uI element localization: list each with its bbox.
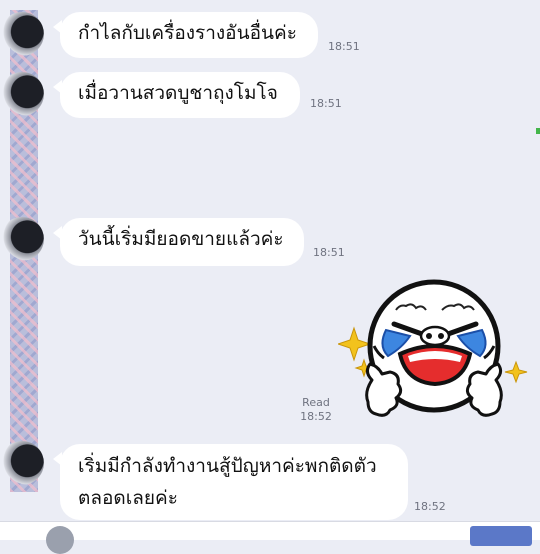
send-button[interactable] xyxy=(470,526,532,546)
message-time: 18:51 xyxy=(328,40,360,53)
sticker-crying-laughing[interactable] xyxy=(336,276,530,440)
sent-time: 18:52 xyxy=(300,410,332,423)
sender-avatar[interactable] xyxy=(0,72,44,116)
sender-avatar[interactable] xyxy=(0,217,44,261)
status-indicator xyxy=(536,128,540,134)
sender-avatar[interactable] xyxy=(0,12,44,56)
message-text: กำไลกับเครื่องรางอันอื่นค่ะ xyxy=(78,22,297,44)
message-time: 18:52 xyxy=(414,500,446,513)
attachment-icon[interactable] xyxy=(46,526,74,554)
message-text-line: เริ่มมีกำลังทำงานสู้ปัญหาค่ะพกติดตัว xyxy=(78,455,377,477)
message-time: 18:51 xyxy=(313,246,345,259)
sender-avatar[interactable] xyxy=(0,441,44,485)
message-bubble[interactable]: กำไลกับเครื่องรางอันอื่นค่ะ xyxy=(53,12,318,58)
message-text: วันนี้เริ่มมียอดขายแล้วค่ะ xyxy=(78,228,284,250)
read-label: Read xyxy=(302,396,330,409)
message-input-bar[interactable] xyxy=(0,521,540,554)
message-bubble[interactable]: เมื่อวานสวดบูชาถุงโมโจ xyxy=(53,72,300,118)
message-bubble[interactable]: เริ่มมีกำลังทำงานสู้ปัญหาค่ะพกติดตัว ตลอ… xyxy=(53,444,408,520)
message-text-line: ตลอดเลยค่ะ xyxy=(78,487,178,509)
message-text: เมื่อวานสวดบูชาถุงโมโจ xyxy=(78,82,278,104)
sticker-image xyxy=(336,279,528,417)
message-bubble[interactable]: วันนี้เริ่มมียอดขายแล้วค่ะ xyxy=(53,218,304,266)
read-receipt: Read 18:52 xyxy=(296,396,336,424)
message-time: 18:51 xyxy=(310,97,342,110)
